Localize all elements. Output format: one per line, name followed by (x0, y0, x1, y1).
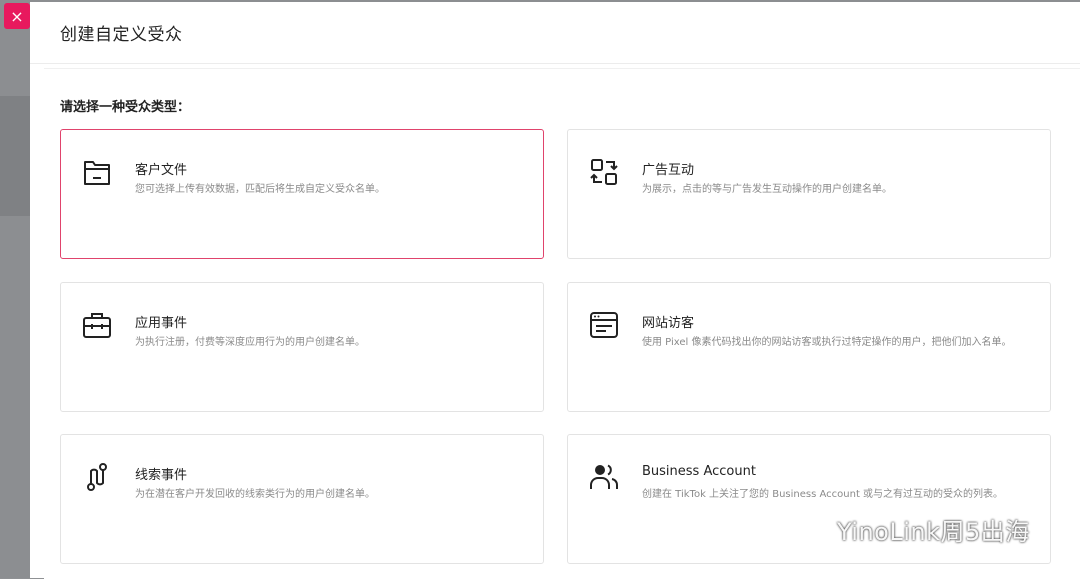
card-description: 使用 Pixel 像素代码找出你的网站访客或执行过特定操作的用户，把他们加入名单… (642, 337, 1012, 348)
card-app-events[interactable]: 应用事件 为执行注册，付费等深度应用行为的用户创建名单。 (60, 282, 544, 412)
card-title: 客户文件 (135, 163, 188, 178)
card-title: 应用事件 (135, 316, 188, 331)
wechat-icon (796, 516, 828, 542)
card-ad-interaction[interactable]: 广告互动 为展示，点击的等与广告发生互动操作的用户创建名单。 (567, 129, 1051, 259)
browser-window-icon (590, 312, 618, 338)
card-customer-file[interactable]: 客户文件 您可选择上传有效数据，匹配后将生成自定义受众名单。 (60, 129, 544, 259)
close-icon: × (10, 6, 24, 26)
card-title: 线索事件 (135, 468, 188, 483)
lead-path-icon (87, 463, 107, 491)
card-website-visitors[interactable]: 网站访客 使用 Pixel 像素代码找出你的网站访客或执行过特定操作的用户，把他… (567, 282, 1051, 412)
watermark: YinoLink周5出海 (795, 512, 1030, 547)
folder-icon (84, 161, 110, 185)
card-description: 您可选择上传有效数据，匹配后将生成自定义受众名单。 (135, 184, 385, 195)
briefcase-icon (83, 313, 111, 338)
drawer-title: 创建自定义受众 (60, 25, 183, 45)
card-description: 创建在 TikTok 上关注了您的 Business Account 或与之有过… (642, 489, 1004, 500)
card-description: 为展示，点击的等与广告发生互动操作的用户创建名单。 (642, 184, 892, 195)
card-title: 广告互动 (642, 163, 695, 178)
drawer-header: 创建自定义受众 (30, 2, 1080, 64)
card-title: 网站访客 (642, 316, 695, 331)
audience-type-prompt: 请选择一种受众类型： (60, 100, 191, 115)
card-lead-events[interactable]: 线索事件 为在潜在客户开发回收的线索类行为的用户创建名单。 (60, 434, 544, 564)
create-audience-drawer: 创建自定义受众 请选择一种受众类型： 客户文件 您可选择上传有效数据，匹配后将生… (30, 2, 1080, 579)
card-title: Business Account (642, 464, 756, 479)
users-icon (590, 464, 619, 489)
card-description: 为执行注册，付费等深度应用行为的用户创建名单。 (135, 337, 365, 348)
backdrop-shade (0, 96, 30, 216)
watermark-text: YinoLink周5出海 (837, 518, 1030, 546)
close-button[interactable]: × (4, 3, 30, 29)
drawer-body: 请选择一种受众类型： 客户文件 您可选择上传有效数据，匹配后将生成自定义受众名单… (44, 68, 1080, 579)
card-description: 为在潜在客户开发回收的线索类行为的用户创建名单。 (135, 489, 375, 500)
ad-interaction-icon (590, 159, 618, 185)
